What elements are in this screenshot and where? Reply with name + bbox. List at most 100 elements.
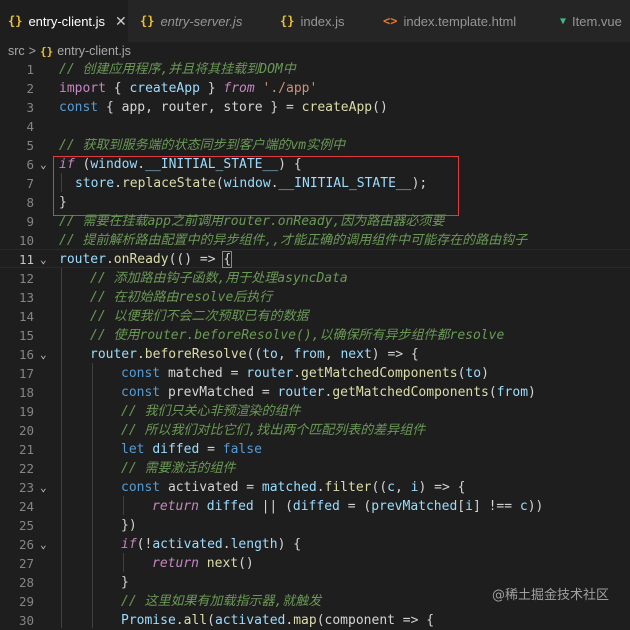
code-line: 30 Promise.all(activated.map(component =… (0, 611, 630, 630)
line-number: 13 (18, 290, 34, 305)
line-number: 26 (18, 537, 34, 552)
chevron-down-icon[interactable]: ⌄ (40, 250, 52, 269)
chevron-down-icon[interactable]: ⌄ (40, 478, 52, 497)
code-line: 9 // 需要在挂载app之前调用router.onReady,因为路由器必须要 (0, 212, 630, 231)
line-number: 1 (26, 62, 34, 77)
line-number: 27 (18, 556, 34, 571)
close-icon[interactable]: ✕ (115, 13, 127, 30)
tab-index-template[interactable]: <> index.template.html (383, 0, 543, 42)
code-text: const prevMatched = router.getMatchedCom… (121, 385, 536, 400)
code-line: 27 return next() (0, 554, 630, 573)
code-text: // 以便我们不会二次预取已有的数据 (90, 309, 309, 324)
code-text: let diffed = false (121, 442, 262, 457)
code-line: 7 store.replaceState(window.__INITIAL_ST… (0, 174, 630, 193)
line-number: 7 (26, 176, 34, 191)
chevron-down-icon[interactable]: ⌄ (40, 345, 52, 364)
code-text: router.onReady(() => { (59, 251, 233, 268)
code-line: 2 import { createApp } from './app' (0, 79, 630, 98)
line-number: 21 (18, 442, 34, 457)
tab-label: index.js (300, 13, 345, 29)
tab-item-vue[interactable]: ▼ Item.vue (560, 0, 630, 42)
code-text: return next() (152, 556, 254, 571)
code-text: // 获取到服务端的状态同步到客户端的vm实例中 (59, 138, 346, 153)
code-line: 11 ⌄ router.onReady(() => { (0, 250, 630, 269)
line-number: 18 (18, 385, 34, 400)
code-line: 23 ⌄ const activated = matched.filter((c… (0, 478, 630, 497)
code-line: 12 // 添加路由钩子函数,用于处理asyncData (0, 269, 630, 288)
line-number: 11 (18, 252, 34, 267)
line-number: 8 (26, 195, 34, 210)
breadcrumb-file[interactable]: entry-client.js (57, 44, 131, 58)
line-number: 19 (18, 404, 34, 419)
code-text: // 提前解析路由配置中的异步组件,,才能正确的调用组件中可能存在的路由钩子 (59, 233, 528, 248)
line-number: 3 (26, 100, 34, 115)
code-text: if(!activated.length) { (121, 537, 302, 552)
code-text: store.replaceState(window.__INITIAL_STAT… (75, 176, 428, 191)
code-line: 15 // 使用router.beforeResolve(),以确保所有异步组件… (0, 326, 630, 345)
code-text: // 使用router.beforeResolve(),以确保所有异步组件都re… (90, 328, 505, 343)
tab-index-js[interactable]: {} index.js (280, 0, 370, 42)
code-editor[interactable]: 1 // 创建应用程序,并且将其挂载到DOM中 2 import { creat… (0, 60, 630, 628)
code-line: 10 // 提前解析路由配置中的异步组件,,才能正确的调用组件中可能存在的路由钩… (0, 231, 630, 250)
line-number: 29 (18, 594, 34, 609)
code-text: return diffed || (diffed = (prevMatched[… (152, 499, 544, 514)
code-line: 6 ⌄ if (window.__INITIAL_STATE__) { (0, 155, 630, 174)
line-number: 4 (26, 119, 34, 134)
code-text: const activated = matched.filter((c, i) … (121, 480, 466, 495)
line-number: 12 (18, 271, 34, 286)
js-file-icon: {} (8, 14, 23, 28)
line-number: 6 (26, 157, 34, 172)
code-text: Promise.all(activated.map(component => { (121, 613, 435, 628)
code-line: 26 ⌄ if(!activated.length) { (0, 535, 630, 554)
code-line: 25 }) (0, 516, 630, 535)
code-line: 19 // 我们只关心非预渲染的组件 (0, 402, 630, 421)
code-text: if (window.__INITIAL_STATE__) { (59, 157, 302, 172)
code-text: }) (121, 518, 137, 533)
code-text: // 所以我们对比它们,找出两个匹配列表的差异组件 (121, 423, 426, 438)
code-line: 20 // 所以我们对比它们,找出两个匹配列表的差异组件 (0, 421, 630, 440)
code-text: const matched = router.getMatchedCompone… (121, 366, 489, 381)
code-line: 16 ⌄ router.beforeResolve((to, from, nex… (0, 345, 630, 364)
tab-entry-server[interactable]: {} entry-server.js (140, 0, 270, 42)
breadcrumb: src > {} entry-client.js (0, 42, 630, 60)
code-line: 24 return diffed || (diffed = (prevMatch… (0, 497, 630, 516)
line-number: 2 (26, 81, 34, 96)
line-number: 30 (18, 613, 34, 628)
code-text: // 创建应用程序,并且将其挂载到DOM中 (59, 62, 296, 77)
line-number: 5 (26, 138, 34, 153)
code-line: 3 const { app, router, store } = createA… (0, 98, 630, 117)
tab-label: entry-client.js (28, 13, 106, 29)
vue-file-icon: ▼ (560, 15, 567, 27)
code-text: // 需要激活的组件 (121, 461, 236, 476)
code-text: import { createApp } from './app' (59, 81, 318, 96)
breadcrumb-folder[interactable]: src (8, 44, 25, 58)
chevron-down-icon[interactable]: ⌄ (40, 155, 52, 174)
tab-label: index.template.html (403, 13, 517, 29)
code-text: const { app, router, store } = createApp… (59, 100, 388, 115)
code-text: } (59, 195, 67, 210)
line-number: 25 (18, 518, 34, 533)
line-number: 20 (18, 423, 34, 438)
tab-entry-client[interactable]: {} entry-client.js ✕ (0, 0, 128, 42)
js-file-icon: {} (39, 44, 54, 58)
html-file-icon: <> (383, 14, 398, 28)
line-number: 16 (18, 347, 34, 362)
code-line: 21 let diffed = false (0, 440, 630, 459)
tab-label: Item.vue (572, 13, 622, 29)
watermark: @稀土掘金技术社区 (492, 588, 610, 603)
js-file-icon: {} (280, 14, 295, 28)
code-text: // 这里如果有加载指示器,就触发 (121, 594, 322, 609)
code-text: router.beforeResolve((to, from, next) =>… (90, 347, 419, 362)
code-line: 22 // 需要激活的组件 (0, 459, 630, 478)
code-line: 4 (0, 117, 630, 136)
code-text: // 我们只关心非预渲染的组件 (121, 404, 301, 419)
line-number: 10 (18, 233, 34, 248)
code-text: } (121, 575, 129, 590)
code-text: // 需要在挂载app之前调用router.onReady,因为路由器必须要 (59, 214, 445, 229)
chevron-down-icon[interactable]: ⌄ (40, 535, 52, 554)
code-line: 14 // 以便我们不会二次预取已有的数据 (0, 307, 630, 326)
code-text: // 添加路由钩子函数,用于处理asyncData (90, 271, 348, 286)
code-line: 8 } (0, 193, 630, 212)
js-file-icon: {} (140, 14, 155, 28)
line-number: 15 (18, 328, 34, 343)
